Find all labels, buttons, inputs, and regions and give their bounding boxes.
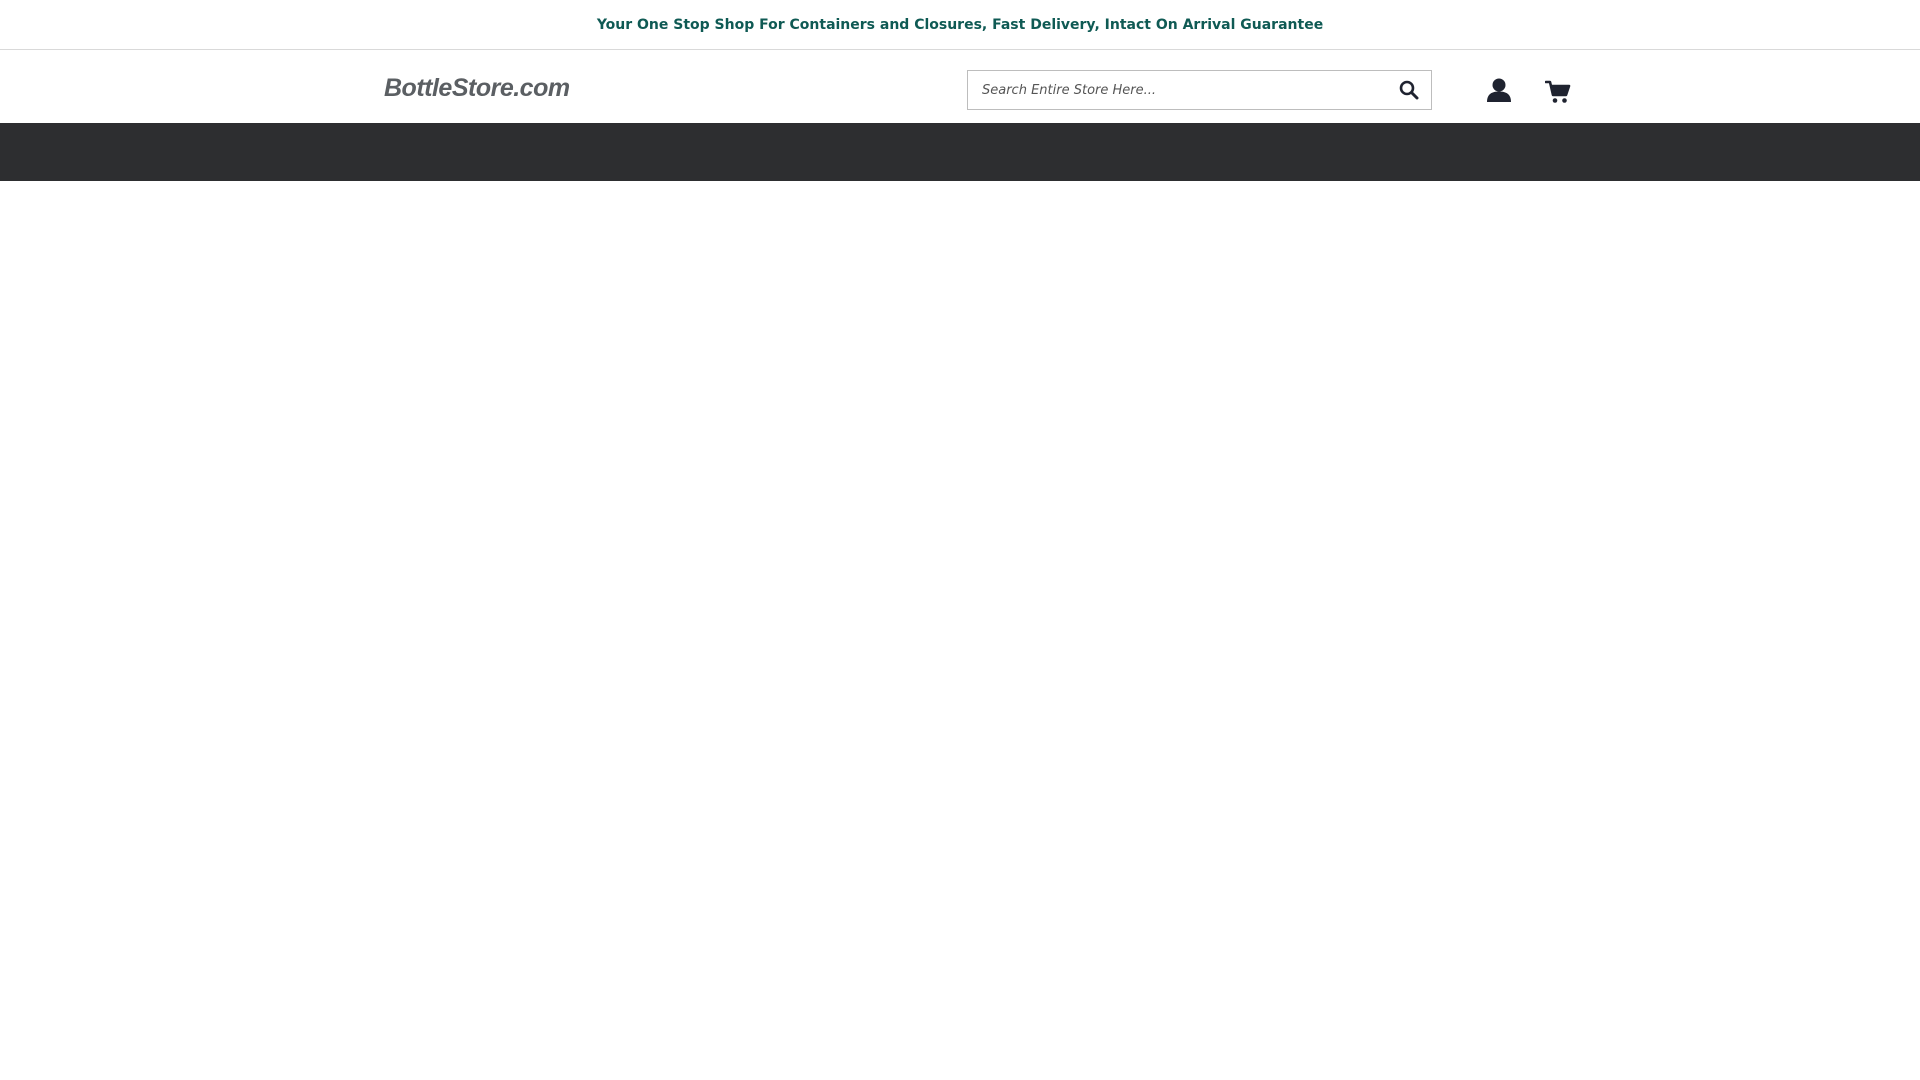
search-box xyxy=(967,70,1432,110)
logo-mark-icon xyxy=(340,68,370,108)
logo-text: BottleStore.com xyxy=(384,73,570,102)
promo-bar: Your One Stop Shop For Containers and Cl… xyxy=(0,0,1920,50)
search-button[interactable] xyxy=(1387,71,1431,109)
search-icon xyxy=(1399,80,1419,100)
search-input[interactable] xyxy=(968,71,1387,109)
site-logo[interactable]: BottleStore.com xyxy=(334,64,570,112)
main-content xyxy=(0,181,1920,1080)
account-button[interactable] xyxy=(1484,75,1514,105)
user-icon xyxy=(1487,78,1511,102)
main-navigation-bar xyxy=(0,123,1920,181)
site-header: BottleStore.com xyxy=(0,50,1920,123)
promo-message: Your One Stop Shop For Containers and Cl… xyxy=(596,16,1324,33)
cart-icon xyxy=(1545,80,1571,103)
cart-button[interactable] xyxy=(1543,77,1573,107)
